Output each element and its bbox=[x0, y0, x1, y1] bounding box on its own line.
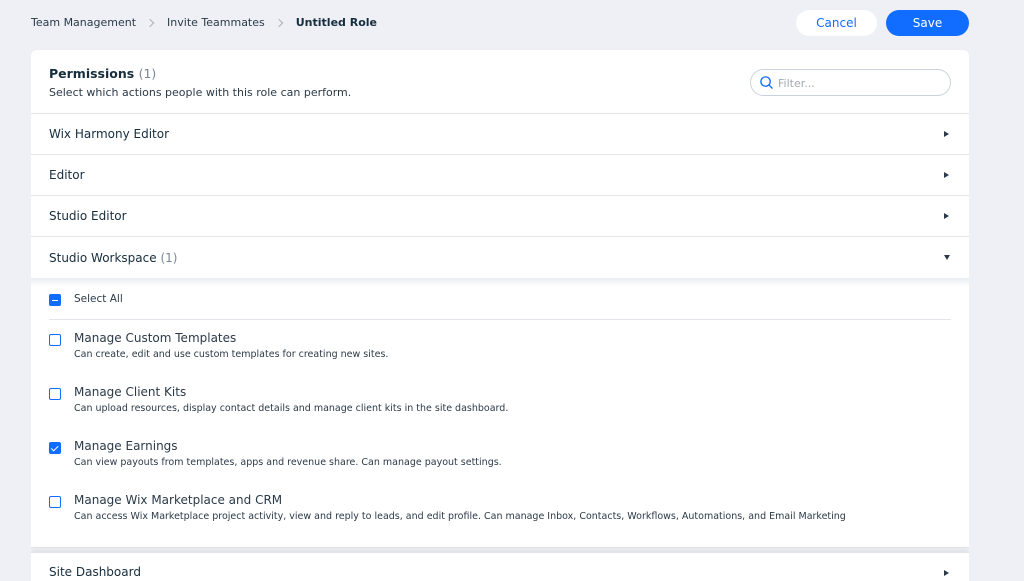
filter-input[interactable] bbox=[778, 74, 938, 92]
minus-icon bbox=[52, 299, 58, 302]
section-label: Wix Harmony Editor bbox=[49, 127, 170, 141]
permission-title: Manage Wix Marketplace and CRM bbox=[74, 493, 283, 507]
checkbox[interactable] bbox=[49, 334, 61, 346]
permissions-subtitle: Select which actions people with this ro… bbox=[49, 86, 352, 99]
permission-title: Manage Custom Templates bbox=[74, 331, 237, 345]
permission-title: Manage Client Kits bbox=[74, 385, 187, 399]
breadcrumb-current-role: Untitled Role bbox=[295, 16, 377, 29]
caret-right-icon bbox=[944, 131, 949, 137]
chevron-right-icon bbox=[274, 18, 283, 27]
select-all-checkbox[interactable] bbox=[49, 294, 61, 306]
permissions-title-text: Permissions bbox=[49, 66, 135, 81]
cancel-button[interactable]: Cancel bbox=[796, 10, 877, 36]
section-label: Site Dashboard bbox=[49, 565, 141, 579]
studio-workspace-panel: Select All Manage Custom Templates Can c… bbox=[31, 278, 969, 548]
breadcrumb-team-management[interactable]: Team Management bbox=[31, 16, 136, 29]
permission-description: Can create, edit and use custom template… bbox=[74, 349, 389, 360]
permissions-count: (1) bbox=[138, 66, 157, 81]
checkbox[interactable] bbox=[49, 496, 61, 508]
permission-description: Can upload resources, display contact de… bbox=[74, 403, 509, 414]
section-site-dashboard[interactable]: Site Dashboard bbox=[31, 552, 969, 581]
select-all-row: Select All bbox=[49, 291, 951, 320]
section-editor[interactable]: Editor bbox=[31, 155, 969, 196]
permissions-header: Permissions (1) Select which actions peo… bbox=[31, 50, 969, 114]
filter-field[interactable] bbox=[750, 69, 951, 96]
caret-right-icon bbox=[944, 570, 949, 576]
section-label: Studio Workspace (1) bbox=[49, 251, 177, 265]
permissions-card: Permissions (1) Select which actions peo… bbox=[31, 50, 969, 581]
permission-description: Can access Wix Marketplace project activ… bbox=[74, 511, 846, 522]
checkbox-checked[interactable] bbox=[49, 442, 61, 454]
breadcrumb: Team Management Invite Teammates Untitle… bbox=[31, 16, 377, 29]
panel-shadow bbox=[31, 278, 969, 286]
checkmark-icon bbox=[51, 443, 59, 451]
permission-title: Manage Earnings bbox=[74, 439, 178, 453]
search-icon bbox=[760, 76, 773, 89]
section-label: Editor bbox=[49, 168, 85, 182]
permission-item-client-kits: Manage Client Kits Can upload resources,… bbox=[49, 384, 929, 424]
permission-item-earnings: Manage Earnings Can view payouts from te… bbox=[49, 438, 929, 478]
caret-right-icon bbox=[944, 172, 949, 178]
permission-item-marketplace-crm: Manage Wix Marketplace and CRM Can acces… bbox=[49, 492, 929, 532]
caret-down-icon bbox=[944, 255, 950, 260]
section-label: Studio Editor bbox=[49, 209, 127, 223]
section-count: (1) bbox=[160, 250, 178, 265]
caret-right-icon bbox=[944, 213, 949, 219]
top-bar: Team Management Invite Teammates Untitle… bbox=[0, 0, 1024, 46]
select-all-label: Select All bbox=[74, 293, 123, 305]
permission-item-custom-templates: Manage Custom Templates Can create, edit… bbox=[49, 330, 929, 370]
section-studio-workspace[interactable]: Studio Workspace (1) bbox=[31, 237, 969, 278]
section-label-text: Studio Workspace bbox=[49, 250, 157, 265]
permission-description: Can view payouts from templates, apps an… bbox=[74, 457, 502, 468]
permissions-title: Permissions (1) bbox=[49, 66, 156, 81]
checkbox[interactable] bbox=[49, 388, 61, 400]
chevron-right-icon bbox=[145, 18, 155, 27]
save-button[interactable]: Save bbox=[886, 10, 969, 36]
section-wix-harmony-editor[interactable]: Wix Harmony Editor bbox=[31, 114, 969, 155]
section-studio-editor[interactable]: Studio Editor bbox=[31, 196, 969, 237]
breadcrumb-invite-teammates[interactable]: Invite Teammates bbox=[167, 16, 265, 29]
